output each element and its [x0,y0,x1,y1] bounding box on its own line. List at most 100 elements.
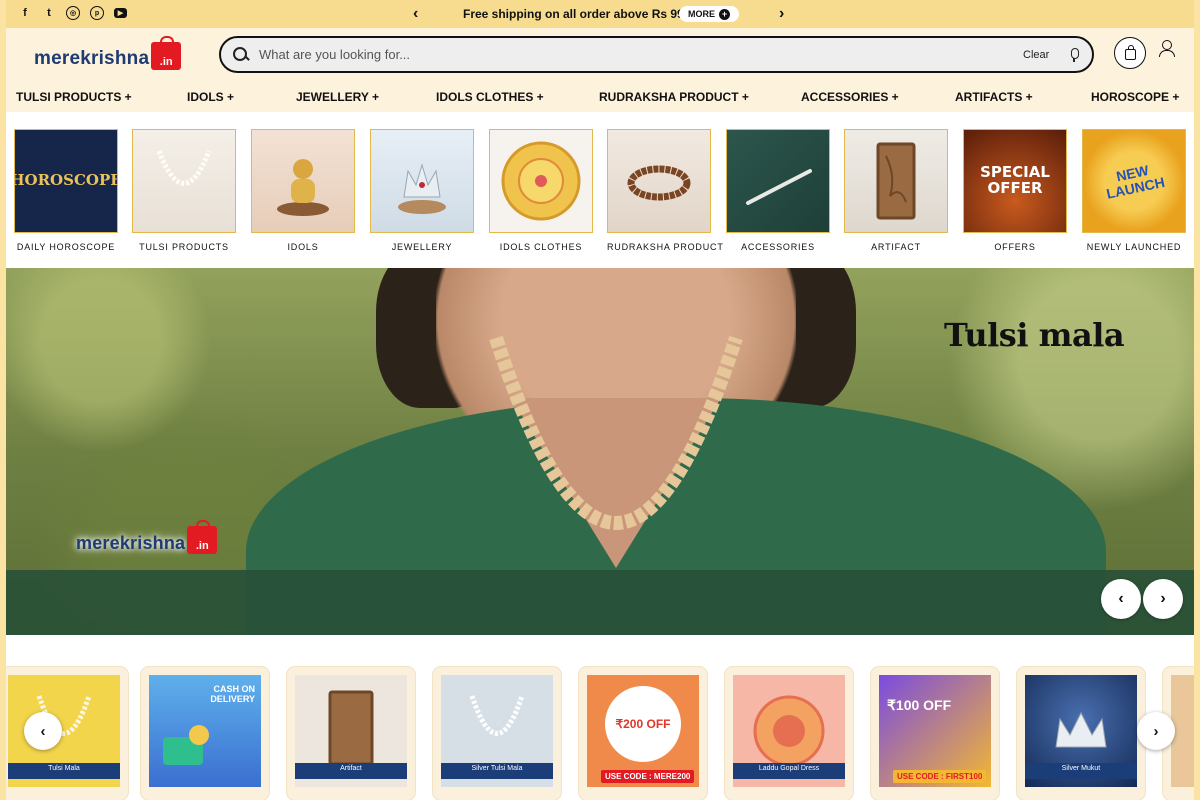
site-header: merekrishna .in Clear TULSI PRODUCTS + I… [6,28,1194,112]
category-thumbnail: HOROSCOPE [14,129,118,233]
coupon-code: USE CODE : MERE200 [601,770,695,783]
thumb-text: HOROSCOPE [14,171,118,190]
product-card[interactable]: ₹200 OFF USE CODE : MERE200 [579,667,707,800]
clear-button[interactable]: Clear [1023,49,1049,61]
product-name: Silver Tulsi Mala [441,763,553,773]
product-image: ₹200 OFF USE CODE : MERE200 [587,675,699,787]
hero-prev-button[interactable]: ‹ [1101,579,1141,619]
category-tile[interactable]: IDOLS [251,129,355,252]
site-logo[interactable]: merekrishna .in [34,36,182,70]
category-label: ACCESSORIES [741,242,815,252]
nav-accessories[interactable]: ACCESSORIES + [801,90,899,104]
microphone-icon[interactable] [1069,47,1080,62]
pinterest-icon[interactable]: p [90,6,104,20]
hero-banner[interactable]: Tulsi mala merekrishna .in ‹ › [6,268,1194,635]
youtube-icon[interactable]: ▶ [114,8,127,18]
product-card[interactable]: Laddu Gopal Dress [725,667,853,800]
product-card[interactable]: Silver Tulsi Mala [433,667,561,800]
nav-jewellery[interactable]: JEWELLERY + [296,90,379,104]
chevron-left-icon: ‹ [40,722,46,740]
facebook-icon[interactable]: f [18,6,32,20]
category-thumbnail: SPECIAL OFFER [963,129,1067,233]
chevron-left-icon: ‹ [1118,590,1124,607]
category-thumbnail [132,129,236,233]
category-tile[interactable]: ACCESSORIES [726,129,830,252]
category-tile[interactable]: RUDRAKSHA PRODUCT [607,129,724,252]
thumb-text: SPECIAL OFFER [980,163,1050,197]
cod-banner-text: CASH ON DELIVERY [210,684,255,704]
crown-icon [1055,711,1107,748]
category-tile[interactable]: SPECIAL OFFER OFFERS [963,129,1067,252]
product-image: Laddu Gopal Dress [733,675,845,787]
nav-horoscope[interactable]: HOROSCOPE + [1091,90,1179,104]
category-label: IDOLS [287,242,319,252]
category-tile[interactable]: TULSI PRODUCTS [132,129,236,252]
category-label: JEWELLERY [391,242,453,252]
announcement-text: Free shipping on all order above Rs 999 … [463,7,699,21]
product-name: Artifact [295,763,407,773]
account-icon[interactable] [1158,40,1175,58]
product-card[interactable]: ₹100 OFF USE CODE : FIRST100 [871,667,999,800]
nav-tulsi-products[interactable]: TULSI PRODUCTS + [16,90,132,104]
product-card[interactable]: CASH ON DELIVERY [141,667,269,800]
logo-suffix: .in [159,56,173,68]
main-navigation: TULSI PRODUCTS + IDOLS + JEWELLERY + IDO… [6,90,1194,110]
product-card[interactable]: Artifact [287,667,415,800]
announcement-bar: f t ◎ p ▶ ‹ Free shipping on all order a… [6,0,1194,28]
search-icon[interactable] [233,46,249,63]
product-card[interactable]: Silver Mukut [1017,667,1145,800]
hero-title: Tulsi mala [944,316,1125,354]
announcement-next-arrow[interactable]: › [779,5,784,23]
category-thumbnail [489,129,593,233]
category-label: ARTIFACT [871,242,921,252]
dress-icon [753,695,825,767]
plus-icon: + [719,8,730,20]
rudraksha-bracelet-icon [627,165,691,201]
product-image: Silver Mukut [1025,675,1137,787]
product-name: Laddu Gopal Dress [733,763,845,773]
flute-icon [746,169,812,205]
product-subline [733,773,845,779]
products-prev-button[interactable]: ‹ [24,712,62,750]
social-links: f t ◎ p ▶ [18,6,127,20]
page-frame: f t ◎ p ▶ ‹ Free shipping on all order a… [6,0,1194,800]
product-subline [295,773,407,779]
hero-logo: merekrishna .in [76,520,218,554]
product-subline [1025,773,1137,779]
logo-bag-icon: .in [187,520,218,554]
cart-button[interactable] [1114,37,1146,69]
category-tile[interactable]: NEW LAUNCH NEWLY LAUNCHED [1082,129,1186,252]
product-image: ₹100 OFF USE CODE : FIRST100 [879,675,991,787]
more-button[interactable]: MORE + [679,6,739,22]
category-thumbnail [251,129,355,233]
search-input[interactable] [259,47,1019,62]
product-image: Artifact [295,675,407,787]
nav-idols-clothes[interactable]: IDOLS CLOTHES + [436,90,544,104]
nav-idols[interactable]: IDOLS + [187,90,234,104]
category-thumbnail: NEW LAUNCH [1082,129,1186,233]
hero-next-button[interactable]: › [1143,579,1183,619]
nav-rudraksha-product[interactable]: RUDRAKSHA PRODUCT + [599,90,749,104]
category-label: RUDRAKSHA PRODUCT [607,242,724,252]
nav-artifacts[interactable]: ARTIFACTS + [955,90,1033,104]
category-label: NEWLY LAUNCHED [1086,242,1182,252]
product-name: Silver Mukut [1025,763,1137,773]
thumb-text: NEW LAUNCH [1104,162,1167,202]
products-next-button[interactable]: › [1137,712,1175,750]
category-label: OFFERS [994,242,1036,252]
category-tile[interactable]: IDOLS CLOTHES [489,129,593,252]
logo-bag-icon: .in [151,36,182,70]
hero-logo-text: merekrishna [76,533,186,553]
shopping-bag-icon [1124,45,1136,60]
category-tile[interactable]: HOROSCOPE DAILY HOROSCOPE [14,129,118,252]
category-tile[interactable]: JEWELLERY [370,129,474,252]
wooden-artifact-icon [876,142,916,220]
logo-suffix: .in [195,540,209,552]
twitter-icon[interactable]: t [42,6,56,20]
instagram-icon[interactable]: ◎ [66,6,80,20]
offer-text: ₹100 OFF [887,697,952,713]
chevron-right-icon: › [1160,590,1166,607]
crown-icon [398,163,446,214]
announcement-prev-arrow[interactable]: ‹ [413,5,418,23]
category-tile[interactable]: ARTIFACT [844,129,948,252]
